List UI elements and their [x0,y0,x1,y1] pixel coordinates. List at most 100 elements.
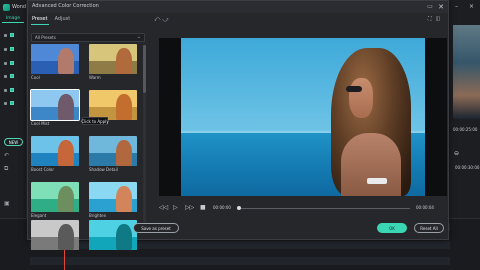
step-back-icon[interactable]: ◁◁ [159,204,168,211]
checkbox-icon[interactable] [10,88,14,92]
video-frame [181,38,425,196]
bullet-icon [4,101,7,105]
thumbnail-subject [115,223,133,250]
checkbox-icon[interactable] [10,61,14,65]
thumbnail-subject [57,47,75,74]
stop-icon[interactable]: ■ [200,204,206,211]
library-row[interactable] [4,60,22,66]
split-view-icon[interactable]: ◫ [436,16,441,22]
thumbnail-subject [115,47,133,74]
app-title: Wond [3,3,27,11]
preset-thumbnail[interactable] [31,44,79,74]
preset-item[interactable]: Shadow Detail [89,136,137,174]
preset-thumbnail[interactable] [31,182,79,212]
library-row[interactable] [4,100,22,106]
timeline-track[interactable] [30,257,450,265]
library-row[interactable] [4,46,22,52]
preset-label: Shadow Detail [89,167,118,172]
thumbnail-subject [115,93,133,120]
checkbox-icon[interactable] [10,101,14,105]
compare-icon[interactable]: ⤺ ⤻ [154,16,169,24]
library-row[interactable] [4,87,22,93]
dialog-titlebar[interactable]: Advanced Color Correction ▭ ✕ [28,1,448,13]
frame-subject-sunglasses [346,86,362,92]
thumbnail-subject [115,185,133,212]
progress-handle[interactable] [237,206,241,210]
preset-filter-value: All Presets [35,35,56,40]
window-minimize-button[interactable]: – [455,3,458,10]
frame-subject-shoulder [341,133,401,196]
preset-label: Cool [31,75,40,80]
checkbox-icon[interactable] [10,47,14,51]
preset-thumbnail[interactable] [89,44,137,74]
preset-item[interactable]: Boost Color [31,136,79,174]
maximize-icon[interactable]: ▭ [426,2,434,12]
reset-all-button[interactable]: Reset All [414,223,444,233]
preset-item[interactable]: Cool [31,44,79,82]
library-row[interactable] [4,73,22,79]
preset-thumbnail[interactable] [89,220,137,250]
save-as-preset-button[interactable]: Save as preset [133,223,179,233]
playback-progress[interactable] [238,208,410,209]
preset-grid: Cool Warm Cool Mist Boost Color Shadow Detai… [30,44,141,250]
preset-item[interactable]: Warm [89,44,137,82]
thumbnail-subject [57,185,75,212]
tab-preset[interactable]: Preset [31,14,49,25]
preview-strip [453,25,480,119]
chevron-down-icon: ⌄ [136,34,141,40]
scrollbar-thumb[interactable] [143,45,146,93]
step-forward-icon[interactable]: ▷▷ [185,204,194,211]
preset-label: Elegant [31,213,47,218]
bullet-icon [4,74,7,78]
zoom-icon[interactable]: ⊖ [454,150,459,157]
preset-scrollbar[interactable] [143,45,146,231]
checkbox-icon[interactable] [10,33,14,37]
view-options: ⛶ ◫ [428,16,440,22]
dialog-title: Advanced Color Correction [32,3,99,9]
total-time: 00:00:04 [416,205,434,210]
preset-filter-dropdown[interactable]: All Presets ⌄ [31,33,145,42]
preset-tabs: Preset Adjust [30,14,148,26]
thumbnail-subject [115,139,133,166]
preset-thumbnail[interactable] [89,90,137,120]
fullscreen-icon[interactable]: ⛶ [428,16,432,22]
thumbnail-subject [57,93,75,120]
app-logo-icon [3,3,10,11]
preset-panel: Preset Adjust All Presets ⌄ Cool Warm Cool… [28,13,149,250]
preset-thumbnail[interactable] [31,136,79,166]
preset-item[interactable]: Cool Mist [30,89,80,128]
preset-thumbnail[interactable] [89,136,137,166]
timecode-label: 00:00:30:00 [455,165,480,170]
window-close-button[interactable]: × [469,3,474,10]
library-row[interactable] [4,32,22,38]
track-lock-icon[interactable]: ▣ [4,201,16,207]
preset-item[interactable] [89,220,137,258]
frame-subject-face [349,78,373,118]
tooltip: Click to Apply [81,117,109,125]
bullet-icon [4,47,7,51]
new-button[interactable]: NEW [4,138,23,146]
preset-thumbnail[interactable] [89,182,137,212]
thumbnail-subject [57,139,75,166]
preset-item[interactable] [31,220,79,258]
preset-label: Warm [89,75,101,80]
preset-label: Brighten [89,213,107,218]
preset-label: Cool Mist [31,121,50,126]
preset-thumbnail[interactable] [30,89,80,121]
preset-item[interactable]: Brighten [89,182,137,220]
tab-image[interactable]: Image [2,14,24,23]
current-time: 00:00:00 [213,205,231,210]
close-icon[interactable]: ✕ [437,2,445,12]
bullet-icon [4,61,7,65]
play-icon[interactable]: ▷ [173,204,178,211]
crop-icon[interactable]: ⧉ [4,166,16,172]
undo-icon[interactable]: ↶ [4,153,16,159]
preset-label: Boost Color [31,167,55,172]
tab-adjust[interactable]: Adjust [54,14,72,25]
ok-button[interactable]: OK [377,223,407,233]
frame-subject-strap [367,178,387,184]
preset-item[interactable]: Elegant [31,182,79,220]
timecode-label: 00:00:25:00 [453,127,478,132]
preset-thumbnail[interactable] [31,220,79,250]
checkbox-icon[interactable] [10,74,14,78]
